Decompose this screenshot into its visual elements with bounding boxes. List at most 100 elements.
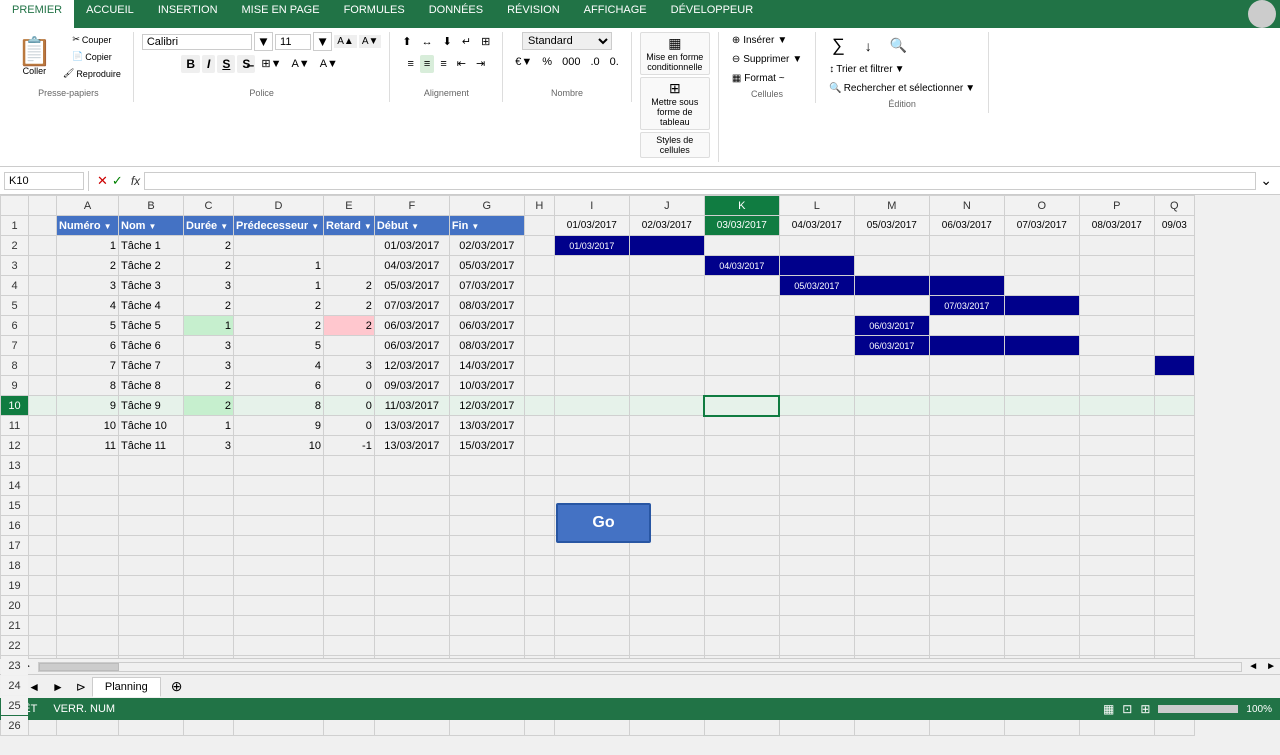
- cell-g3[interactable]: 05/03/2017: [449, 256, 524, 276]
- cell-e11[interactable]: 0: [324, 416, 375, 436]
- row-header-7[interactable]: 7: [1, 336, 29, 356]
- font-size-dropdown[interactable]: ▼: [313, 32, 332, 51]
- row-header-9[interactable]: 9: [1, 376, 29, 396]
- cell-c12[interactable]: 3: [184, 436, 234, 456]
- row-header-13[interactable]: 13: [1, 456, 29, 476]
- cell-f3[interactable]: 04/03/2017: [374, 256, 449, 276]
- sheet-nav-next[interactable]: ►: [46, 678, 70, 696]
- confirm-formula-icon[interactable]: ✓: [112, 173, 123, 189]
- row-header-4[interactable]: 4: [1, 276, 29, 296]
- fill-btn[interactable]: ↓: [854, 35, 882, 57]
- cell-f12[interactable]: 13/03/2017: [374, 436, 449, 456]
- percent-btn[interactable]: %: [538, 53, 556, 71]
- row-header-3[interactable]: 3: [1, 256, 29, 276]
- wrap-text-btn[interactable]: ↵: [458, 32, 475, 51]
- col-header-Q[interactable]: Q: [1154, 196, 1194, 216]
- cell-g2[interactable]: 02/03/2017: [449, 236, 524, 256]
- row-header-5[interactable]: 5: [1, 296, 29, 316]
- cell-b5[interactable]: Tâche 4: [119, 296, 184, 316]
- go-button[interactable]: Go: [556, 503, 651, 543]
- row-header-22[interactable]: 22: [1, 636, 29, 656]
- cell-d10[interactable]: 8: [234, 396, 324, 416]
- cell-c3[interactable]: 2: [184, 256, 234, 276]
- align-right-btn[interactable]: ≡: [436, 55, 450, 73]
- tab-premier[interactable]: PREMIER: [0, 0, 74, 28]
- cell-b2[interactable]: Tâche 1: [119, 236, 184, 256]
- horizontal-scroll-area[interactable]: ◄ ► ◄ ►: [0, 658, 1280, 674]
- cell-g12[interactable]: 15/03/2017: [449, 436, 524, 456]
- cell-c2[interactable]: 2: [184, 236, 234, 256]
- row-header-26[interactable]: 26: [1, 716, 29, 736]
- cell-b7[interactable]: Tâche 6: [119, 336, 184, 356]
- col-header-B[interactable]: B: [119, 196, 184, 216]
- col-header-N[interactable]: N: [929, 196, 1004, 216]
- cell-e9[interactable]: 0: [324, 376, 375, 396]
- row-header-10[interactable]: 10: [1, 396, 29, 416]
- cell-b6[interactable]: Tâche 5: [119, 316, 184, 336]
- cell-d5[interactable]: 2: [234, 296, 324, 316]
- cell-c10[interactable]: 2: [184, 396, 234, 416]
- row-header-8[interactable]: 8: [1, 356, 29, 376]
- cell-b8[interactable]: Tâche 7: [119, 356, 184, 376]
- cell-e12[interactable]: -1: [324, 436, 375, 456]
- align-middle-btn[interactable]: ↔: [418, 33, 437, 51]
- name-box[interactable]: [4, 172, 84, 190]
- cell-f6[interactable]: 06/03/2017: [374, 316, 449, 336]
- cell-g10[interactable]: 12/03/2017: [449, 396, 524, 416]
- cell-f11[interactable]: 13/03/2017: [374, 416, 449, 436]
- delete-btn[interactable]: ⊖ Supprimer ▼: [727, 51, 807, 68]
- cell-e7[interactable]: [324, 336, 375, 356]
- cell-c6[interactable]: 1: [184, 316, 234, 336]
- merge-btn[interactable]: ⊞: [477, 32, 494, 51]
- cell-g11[interactable]: 13/03/2017: [449, 416, 524, 436]
- strikethrough-button[interactable]: S̶: [237, 55, 255, 73]
- format-btn[interactable]: ▦ Format ~: [727, 70, 790, 87]
- cell-d12[interactable]: 10: [234, 436, 324, 456]
- cell-e3[interactable]: [324, 256, 375, 276]
- cell-f9[interactable]: 09/03/2017: [374, 376, 449, 396]
- align-center-btn[interactable]: ≡: [420, 55, 434, 73]
- cell-d7[interactable]: 5: [234, 336, 324, 356]
- paste-button[interactable]: 📋 Coller: [12, 35, 57, 79]
- row-header-2[interactable]: 2: [1, 236, 29, 256]
- tab-affichage[interactable]: AFFICHAGE: [572, 0, 659, 28]
- cell-e4[interactable]: 2: [324, 276, 375, 296]
- tab-donnees[interactable]: DONNÉES: [417, 0, 495, 28]
- row-header-16[interactable]: 16: [1, 516, 29, 536]
- align-bottom-btn[interactable]: ⬇: [439, 32, 456, 51]
- fill-color-button[interactable]: A▼: [287, 55, 313, 73]
- cell-e2[interactable]: [324, 236, 375, 256]
- tab-accueil[interactable]: ACCUEIL: [74, 0, 146, 28]
- cell-g9[interactable]: 10/03/2017: [449, 376, 524, 396]
- sheet-nav-last[interactable]: ⊳: [70, 678, 92, 696]
- insert-btn[interactable]: ⊕ Insérer ▼: [727, 32, 792, 49]
- increase-decimal-btn[interactable]: .0: [586, 53, 603, 71]
- col-header-P[interactable]: P: [1079, 196, 1154, 216]
- underline-button[interactable]: S: [217, 55, 235, 73]
- font-name-dropdown[interactable]: ▼: [254, 32, 273, 51]
- row-header-17[interactable]: 17: [1, 536, 29, 556]
- font-name-input[interactable]: [142, 34, 252, 50]
- cell-a6[interactable]: 5: [57, 316, 119, 336]
- horizontal-scrollbar[interactable]: [38, 662, 1242, 672]
- formula-expand-btn[interactable]: ⌄: [1256, 172, 1276, 189]
- cell-a4[interactable]: 3: [57, 276, 119, 296]
- cell-c7[interactable]: 3: [184, 336, 234, 356]
- cell-k10[interactable]: [704, 396, 779, 416]
- sum-btn[interactable]: ∑: [824, 32, 852, 59]
- cell-d6[interactable]: 2: [234, 316, 324, 336]
- cell-d8[interactable]: 4: [234, 356, 324, 376]
- font-size-input[interactable]: [275, 34, 311, 50]
- search-btn[interactable]: 🔍 Rechercher et sélectionner ▼: [824, 80, 980, 97]
- align-top-btn[interactable]: ⬆: [398, 32, 415, 51]
- cell-f5[interactable]: 07/03/2017: [374, 296, 449, 316]
- col-header-A[interactable]: A: [57, 196, 119, 216]
- cell-g8[interactable]: 14/03/2017: [449, 356, 524, 376]
- increase-indent-btn[interactable]: ⇥: [472, 54, 489, 73]
- col-header-I[interactable]: I: [554, 196, 629, 216]
- border-button[interactable]: ⊞▼: [257, 54, 285, 73]
- cell-d2[interactable]: [234, 236, 324, 256]
- row-header-18[interactable]: 18: [1, 556, 29, 576]
- col-header-H[interactable]: H: [524, 196, 554, 216]
- row-header-6[interactable]: 6: [1, 316, 29, 336]
